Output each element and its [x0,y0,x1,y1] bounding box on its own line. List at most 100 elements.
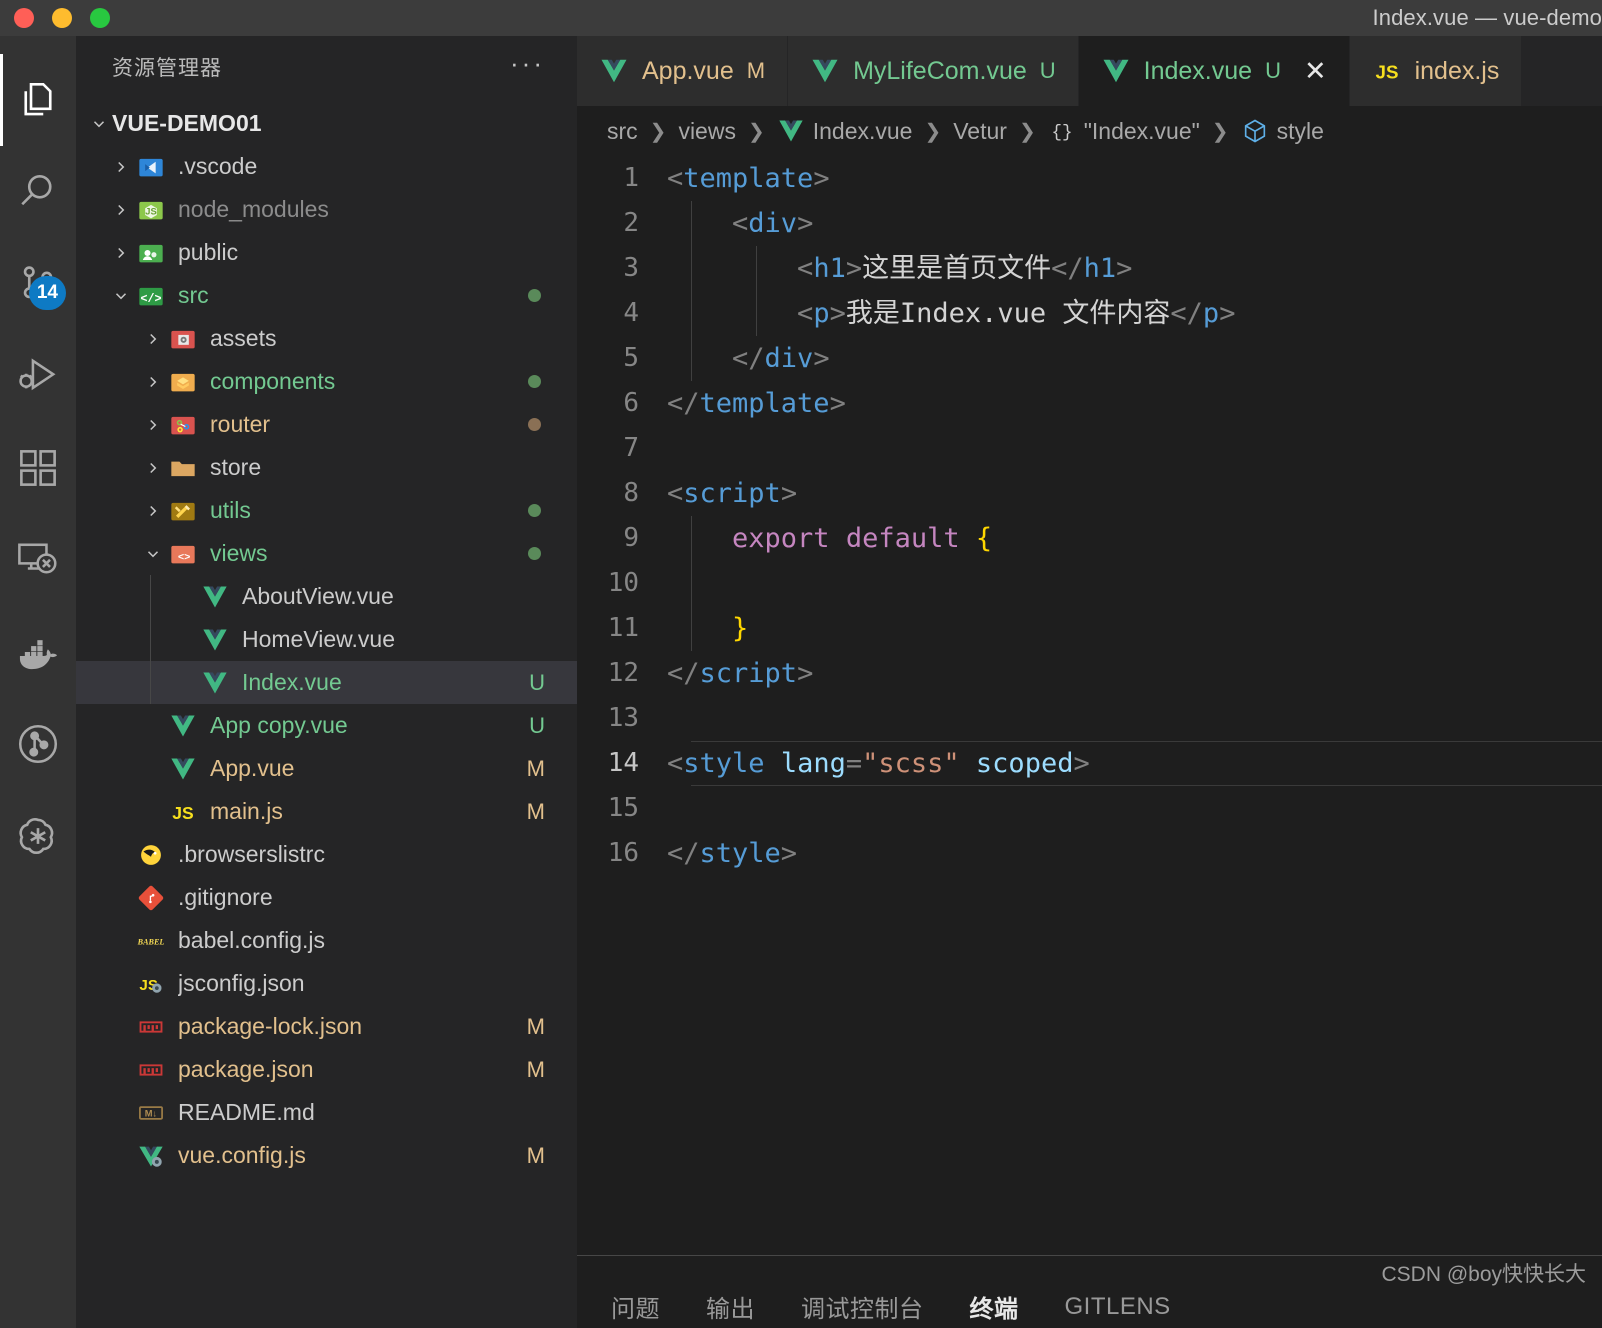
chevron-right-icon[interactable] [108,244,134,262]
close-icon[interactable]: ✕ [1304,57,1327,85]
tree-item-node-modules[interactable]: JS node_modules [76,188,577,231]
activity-explorer[interactable] [0,54,76,146]
line-number: 16 [607,838,639,868]
panel-tab-2[interactable]: 调试控制台 [801,1289,924,1324]
chevron-down-icon[interactable] [140,545,166,563]
tree-item-icon [198,583,232,611]
activity-bar: 14 [0,36,76,1328]
bottom-panel: 问题 输出 调试控制台 终端 GITLENS CSDN @boy快快长大 [577,1255,1602,1328]
editor-tab-index-vue[interactable]: Index.vue U ✕ [1078,36,1350,106]
line-number: 6 [623,388,639,418]
activity-docker[interactable] [0,606,76,698]
tree-item-package-json[interactable]: package.json M [76,1048,577,1091]
tree-item-main-js[interactable]: JS main.js M [76,790,577,833]
code-line-text: </style> [667,838,798,869]
tree-item-views[interactable]: <> views [76,532,577,575]
tree-item-icon [166,368,200,396]
svg-text:JS: JS [145,206,156,216]
breadcrumb-item[interactable]: style [1241,117,1324,145]
breadcrumb-item[interactable]: src [607,118,638,145]
tree-item-icon [198,626,232,654]
tree-item-package-lock-json[interactable]: package-lock.json M [76,1005,577,1048]
chevron-right-icon[interactable] [140,330,166,348]
panel-tab-1[interactable]: 输出 [706,1289,755,1324]
code-line: 10 [577,561,1602,606]
activity-run-debug[interactable] [0,330,76,422]
tree-item-label: App.vue [210,755,295,781]
activity-chatgpt[interactable] [0,790,76,882]
maximize-window-button[interactable] [90,8,110,28]
chevron-right-icon[interactable] [108,158,134,176]
tree-item-vscode[interactable]: .vscode [76,145,577,188]
panel-tab-3[interactable]: 终端 [970,1289,1019,1324]
breadcrumb-item-label: "Index.vue" [1083,117,1200,144]
tree-item-app-copy-vue[interactable]: App copy.vue U [76,704,577,747]
editor-tab-app-vue[interactable]: App.vue M [577,36,789,106]
code-line-text: <div> [732,208,814,239]
chevron-right-icon[interactable] [140,459,166,477]
activity-search[interactable] [0,146,76,238]
chevron-right-icon[interactable] [140,373,166,391]
tree-item-homeview-vue[interactable]: HomeView.vue [76,618,577,661]
panel-tab-0[interactable]: 问题 [611,1289,660,1324]
editor-tab-label: App.vue [642,56,734,85]
tree-item-icon: </> [134,282,168,310]
tree-item-icon [134,884,168,912]
tree-item-components[interactable]: components [76,360,577,403]
tree-item-index-vue[interactable]: Index.vue U [76,661,577,704]
activity-source-control[interactable]: 14 [0,238,76,330]
activity-remote-explorer[interactable] [0,514,76,606]
close-window-button[interactable] [14,8,34,28]
activity-gitlens[interactable] [0,698,76,790]
symbol-namespace-icon [1241,117,1269,145]
tree-item-icon [166,411,200,439]
explorer-header: 资源管理器 ··· [76,36,577,98]
breadcrumb-item[interactable]: Vetur [953,118,1007,145]
tree-item-icon [166,712,200,740]
chevron-down-icon[interactable] [108,287,134,305]
tree-item-gitignore[interactable]: .gitignore [76,876,577,919]
editor-tab-index-js[interactable]: JS index.js [1349,36,1523,106]
tree-item-label: views [210,540,268,566]
chevron-right-icon[interactable] [140,502,166,520]
tree-item-label: jsconfig.json [178,970,305,996]
explorer-more-actions-button[interactable]: ··· [510,50,545,76]
tree-item-label: store [210,454,262,480]
breadcrumb-item-label: views [678,117,736,144]
tree-item-readme-md[interactable]: M↓ README.md [76,1091,577,1134]
tree-item-public[interactable]: public [76,231,577,274]
title-bar: Index.vue — vue-demo [0,0,1602,36]
tree-item-vue-config-js[interactable]: vue.config.js M [76,1134,577,1177]
breadcrumb-item[interactable]: {} "Index.vue" [1048,117,1200,145]
tree-item-babel-config-js[interactable]: BABEL babel.config.js [76,919,577,962]
tree-item-aboutview-vue[interactable]: AboutView.vue [76,575,577,618]
tree-item-assets[interactable]: assets [76,317,577,360]
tree-item-src[interactable]: </> src [76,274,577,317]
svg-text:BABEL: BABEL [137,937,164,946]
chevron-right-icon[interactable] [140,416,166,434]
code-editor[interactable]: 1 <template> 2 <div> 3 <h1>这里是首页文件</h1> 4 <p… [577,156,1602,1255]
line-number: 13 [607,703,639,733]
line-number: 11 [607,613,639,643]
editor-tab-status: U [1265,58,1281,83]
tree-item-store[interactable]: store [76,446,577,489]
tree-root-vue-demo01[interactable]: VUE-DEMO01 [76,102,577,145]
tree-item-icon [166,325,200,353]
chevron-right-icon[interactable] [108,201,134,219]
tree-item-app-vue[interactable]: App.vue M [76,747,577,790]
activity-extensions[interactable] [0,422,76,514]
tree-item-router[interactable]: router [76,403,577,446]
panel-tab-4[interactable]: GITLENS [1065,1293,1171,1321]
editor-tab-mylifecom-vue[interactable]: MyLifeCom.vue U [788,36,1079,106]
tree-item-jsconfig-json[interactable]: JS jsconfig.json [76,962,577,1005]
search-icon [17,171,59,213]
minimize-window-button[interactable] [52,8,72,28]
vue-file-icon [201,626,229,654]
git-status-badge: M [526,1013,545,1039]
tree-item-utils[interactable]: utils [76,489,577,532]
tree-item-browserslistrc[interactable]: .browserslistrc [76,833,577,876]
breadcrumb-item[interactable]: Index.vue [777,117,912,145]
tree-item-label: package.json [178,1056,314,1082]
breadcrumb-item[interactable]: views [678,118,736,145]
vue-file-icon [169,755,197,783]
